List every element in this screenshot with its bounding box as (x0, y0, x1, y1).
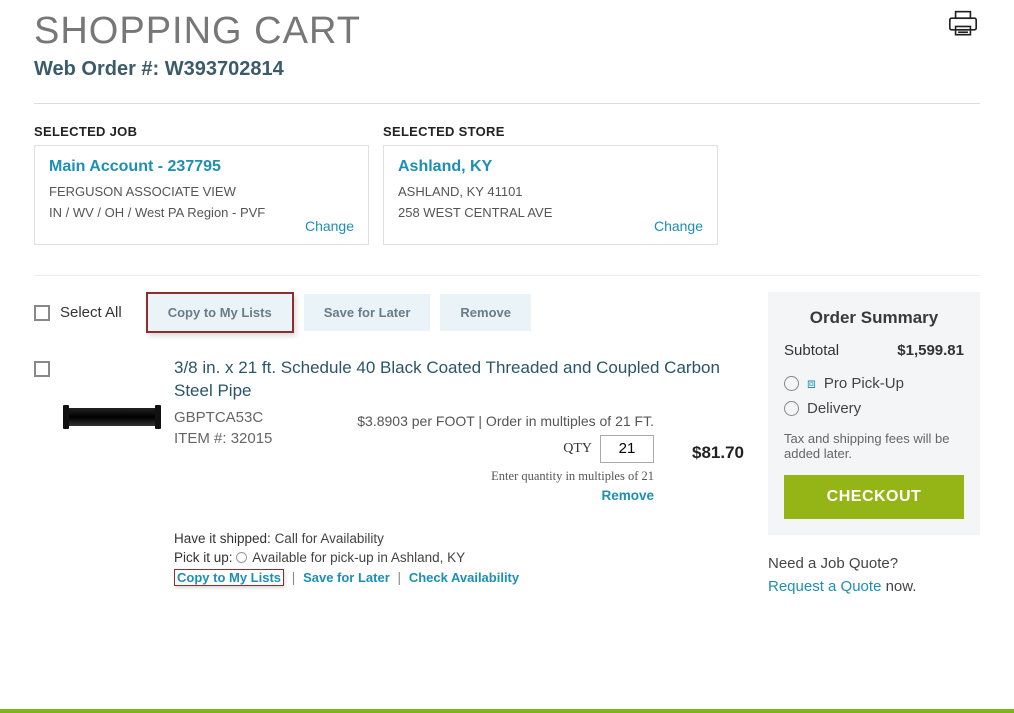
selected-job-box: Main Account - 237795 FERGUSON ASSOCIATE… (34, 145, 369, 245)
order-number: Web Order #: W393702814 (34, 58, 361, 81)
checkout-button[interactable]: CHECKOUT (784, 475, 964, 519)
item-check-availability-link[interactable]: Check Availability (409, 570, 519, 585)
price-per-foot: $3.8903 per FOOT | Order in multiples of… (357, 413, 654, 429)
selected-job-title: Main Account - 237795 (49, 158, 354, 176)
ship-line: Have it shipped: Call for Availability (174, 531, 744, 546)
request-quote-link[interactable]: Request a Quote (768, 578, 881, 595)
selected-store-line1: ASHLAND, KY 41101 (398, 184, 703, 199)
select-all-checkbox[interactable] (34, 305, 50, 321)
subtotal-amount: $1,599.81 (897, 342, 964, 359)
cart-item: 3/8 in. x 21 ft. Schedule 40 Black Coate… (34, 357, 744, 586)
page-bottom-bar (0, 709, 1014, 713)
tax-note: Tax and shipping fees will be added late… (784, 431, 964, 461)
item-image (62, 387, 162, 447)
qty-label: QTY (563, 441, 592, 457)
radio-icon (784, 376, 799, 391)
cube-icon: ⧈ (807, 375, 816, 392)
selected-store-title: Ashland, KY (398, 158, 703, 176)
item-checkbox[interactable] (34, 361, 50, 377)
selected-store-box: Ashland, KY ASHLAND, KY 41101 258 WEST C… (383, 145, 718, 245)
item-copy-link[interactable]: Copy to My Lists (177, 570, 281, 585)
print-icon[interactable] (946, 10, 980, 43)
selected-job-label: SELECTED JOB (34, 124, 369, 139)
remove-button[interactable]: Remove (440, 294, 531, 331)
line-total: $81.70 (692, 443, 744, 462)
qty-input[interactable] (600, 435, 654, 463)
selected-store-label: SELECTED STORE (383, 124, 718, 139)
pickup-line: Pick it up: Available for pick-up in Ash… (174, 550, 744, 565)
order-summary: Order Summary Subtotal $1,599.81 ⧈ Pro P… (768, 292, 980, 535)
copy-to-lists-button[interactable]: Copy to My Lists (146, 292, 294, 333)
delivery-option[interactable]: Delivery (784, 400, 964, 417)
item-save-link[interactable]: Save for Later (303, 570, 390, 585)
page-title: SHOPPING CART (34, 10, 361, 53)
item-remove-link[interactable]: Remove (357, 488, 654, 503)
selected-job-line1: FERGUSON ASSOCIATE VIEW (49, 184, 354, 199)
subtotal-label: Subtotal (784, 342, 839, 359)
pro-pickup-option[interactable]: ⧈ Pro Pick-Up (784, 375, 964, 392)
qty-note: Enter quantity in multiples of 21 (357, 469, 654, 484)
item-title[interactable]: 3/8 in. x 21 ft. Schedule 40 Black Coate… (174, 357, 744, 403)
select-all-label[interactable]: Select All (60, 304, 122, 321)
quote-question: Need a Job Quote? (768, 555, 980, 572)
radio-icon (784, 401, 799, 416)
change-store-link[interactable]: Change (654, 218, 703, 234)
summary-title: Order Summary (784, 308, 964, 328)
save-for-later-button[interactable]: Save for Later (304, 294, 431, 331)
pickup-radio-icon (236, 552, 247, 563)
quote-suffix: now. (881, 578, 916, 595)
change-job-link[interactable]: Change (305, 218, 354, 234)
